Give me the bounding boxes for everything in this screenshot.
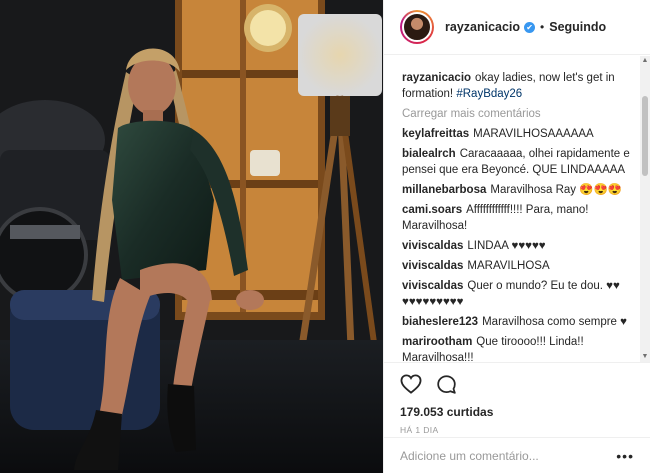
add-comment-bar: ••• [384,437,650,473]
comment-item: keylafreittas MARAVILHOSAAAAAA [402,126,636,142]
caption-hashtag[interactable]: #RayBday26 [456,88,522,100]
comments-list[interactable]: rayzanicacio okay ladies, now let's get i… [384,56,650,362]
comment-username[interactable]: cami.soars [402,204,462,216]
post-header: rayzanicacio ✔ • Seguindo [384,0,650,55]
comment-item: bialealrch Caracaaaaa, olhei rapidamente … [402,146,636,178]
comment-item: viviscaldas MARAVILHOSA [402,258,636,274]
scrollbar-thumb[interactable] [642,96,648,176]
comment-username[interactable]: millanebarbosa [402,184,486,196]
heart-outline-icon[interactable] [400,374,422,394]
comment-item: biaheslere123 Maravilhosa como sempre ♥ [402,314,636,330]
header-separator: • [540,20,545,34]
comment-text: MARAVILHOSA [467,260,550,272]
comment-username[interactable]: viviscaldas [402,240,463,252]
header-username[interactable]: rayzanicacio [445,20,520,34]
add-comment-input[interactable] [400,448,617,463]
action-buttons-row [400,371,634,397]
post-photo-illustration [0,0,383,473]
comment-username[interactable]: marirootham [402,336,472,348]
more-options-icon[interactable]: ••• [616,448,634,464]
post-timestamp: HÁ 1 DIA [400,425,439,435]
likes-count[interactable]: 179.053 curtidas [400,405,634,419]
comments-scrollbar[interactable]: ▲ ▼ [640,56,650,362]
verified-badge-icon: ✔ [524,21,536,33]
comment-username[interactable]: viviscaldas [402,260,463,272]
comment-text: MARAVILHOSAAAAAA [473,128,594,140]
following-button[interactable]: Seguindo [549,20,606,34]
comment-item: cami.soars Affffffffffff!!!! Para, mano! … [402,202,636,234]
avatar[interactable] [400,10,434,44]
comment-text: Maravilhosa Ray 😍😍😍 [490,184,623,196]
post-photo[interactable] [0,0,383,473]
comment-username[interactable]: viviscaldas [402,280,463,292]
comment-username[interactable]: biaheslere123 [402,316,478,328]
load-more-comments-button[interactable]: Carregar mais comentários [402,106,636,122]
comment-item: marirootham Que tiroooo!!! Linda!! Maravi… [402,334,636,362]
comment-item: viviscaldas Quer o mundo? Eu te dou. ♥♥ ♥… [402,278,636,310]
comment-item: viviscaldas LINDAA ♥♥♥♥♥ [402,238,636,254]
comment-text: Maravilhosa como sempre ♥ [482,316,627,328]
comment-username[interactable]: keylafreittas [402,128,469,140]
post-details-panel: rayzanicacio ✔ • Seguindo rayzanicacio ok… [383,0,650,473]
scroll-up-arrow-icon[interactable]: ▲ [640,56,650,66]
comment-username[interactable]: bialealrch [402,148,456,160]
avatar-image [402,12,432,42]
comment-item: millanebarbosa Maravilhosa Ray 😍😍😍 [402,182,636,198]
caption: rayzanicacio okay ladies, now let's get i… [402,70,636,102]
comment-text: LINDAA ♥♥♥♥♥ [467,240,546,252]
speech-bubble-icon[interactable] [436,374,457,395]
scroll-down-arrow-icon[interactable]: ▼ [640,352,650,362]
caption-username[interactable]: rayzanicacio [402,72,471,84]
